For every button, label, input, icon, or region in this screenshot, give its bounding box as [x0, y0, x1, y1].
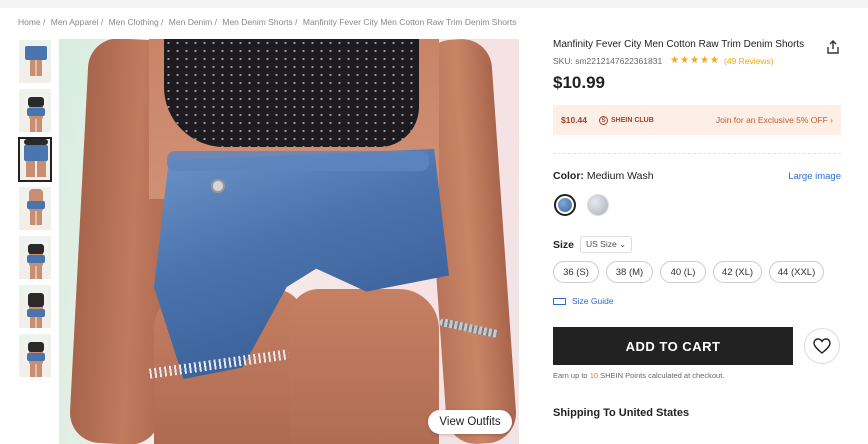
divider	[553, 153, 841, 154]
jeans-button	[211, 179, 225, 193]
add-to-cart-button[interactable]: ADD TO CART	[553, 327, 793, 365]
club-logo-icon: S	[599, 115, 608, 125]
size-system-dropdown[interactable]: US Size ⌄	[580, 236, 633, 253]
size-guide-link[interactable]: Size Guide	[553, 296, 614, 306]
size-option-40[interactable]: 40 (L)	[660, 261, 706, 283]
thigh-right	[289, 289, 439, 444]
star-rating-icon: ★★★★★	[670, 55, 720, 66]
product-price: $10.99	[553, 73, 605, 92]
club-logo: S SHEIN CLUB	[599, 115, 654, 125]
size-options: 36 (S) 38 (M) 40 (L) 42 (XL) 44 (XXL)	[553, 261, 831, 283]
color-swatch-light-wash[interactable]	[587, 194, 609, 216]
shein-club-banner[interactable]: $10.44 S SHEIN CLUB Join for an Exclusive…	[553, 105, 841, 135]
product-title: Manfinity Fever City Men Cotton Raw Trim…	[553, 39, 805, 50]
thumbnail-7[interactable]	[18, 333, 52, 378]
color-row: Color: Medium Wash Large image	[553, 170, 841, 182]
heart-icon	[813, 338, 831, 354]
top-bar	[0, 0, 868, 8]
wishlist-button[interactable]	[804, 328, 840, 364]
view-outfits-button[interactable]: View Outfits	[428, 410, 512, 434]
thumbnail-6[interactable]	[18, 284, 52, 329]
breadcrumb-men-apparel[interactable]: Men Apparel /	[51, 17, 103, 27]
thumbnail-1[interactable]	[18, 39, 52, 84]
waistband	[167, 151, 429, 171]
points-note: Earn up to 10 SHEIN Points calculated at…	[553, 371, 724, 380]
main-product-image[interactable]	[59, 39, 519, 444]
points-suffix: SHEIN Points calculated at checkout.	[598, 371, 725, 380]
thumbnail-3[interactable]	[18, 137, 52, 182]
breadcrumb-men-denim-shorts[interactable]: Men Denim Shorts /	[222, 17, 297, 27]
thumbnail-5[interactable]	[18, 235, 52, 280]
sku-rating-row: SKU: sm2212147622361831 ★★★★★ (49 Review…	[553, 55, 774, 66]
size-option-44[interactable]: 44 (XXL)	[769, 261, 824, 283]
points-number: 10	[589, 371, 599, 380]
breadcrumb-current: Manfinity Fever City Men Cotton Raw Trim…	[302, 17, 517, 27]
thumbnail-2[interactable]	[18, 88, 52, 133]
reviews-link[interactable]: (49 Reviews)	[724, 56, 774, 66]
color-value: Medium Wash	[586, 170, 654, 182]
breadcrumb-men-clothing[interactable]: Men Clothing /	[109, 17, 164, 27]
breadcrumb: Home / Men Apparel / Men Clothing / Men …	[18, 17, 519, 27]
club-logo-text: SHEIN CLUB	[611, 116, 654, 124]
club-join-link[interactable]: Join for an Exclusive 5% OFF ›	[716, 115, 833, 125]
thumbnail-list	[18, 39, 52, 382]
sku: SKU: sm2212147622361831	[553, 55, 663, 66]
ruler-icon	[553, 297, 566, 305]
color-label: Color:	[553, 170, 584, 182]
size-row: Size US Size ⌄	[553, 236, 633, 253]
sparkle-crop-top	[164, 39, 419, 147]
size-option-36[interactable]: 36 (S)	[553, 261, 599, 283]
breadcrumb-men-denim[interactable]: Men Denim /	[169, 17, 217, 27]
size-option-42[interactable]: 42 (XL)	[713, 261, 762, 283]
breadcrumb-home[interactable]: Home /	[18, 17, 45, 27]
color-swatch-medium-wash[interactable]	[554, 194, 576, 216]
points-prefix: Earn up to	[553, 371, 590, 380]
size-guide-label: Size Guide	[572, 296, 614, 306]
size-option-38[interactable]: 38 (M)	[606, 261, 653, 283]
share-icon[interactable]	[825, 39, 841, 55]
club-price: $10.44	[561, 115, 587, 125]
shipping-heading[interactable]: Shipping To United States	[553, 407, 689, 419]
thumbnail-4[interactable]	[18, 186, 52, 231]
large-image-link[interactable]: Large image	[788, 171, 841, 182]
size-label: Size	[553, 238, 575, 251]
